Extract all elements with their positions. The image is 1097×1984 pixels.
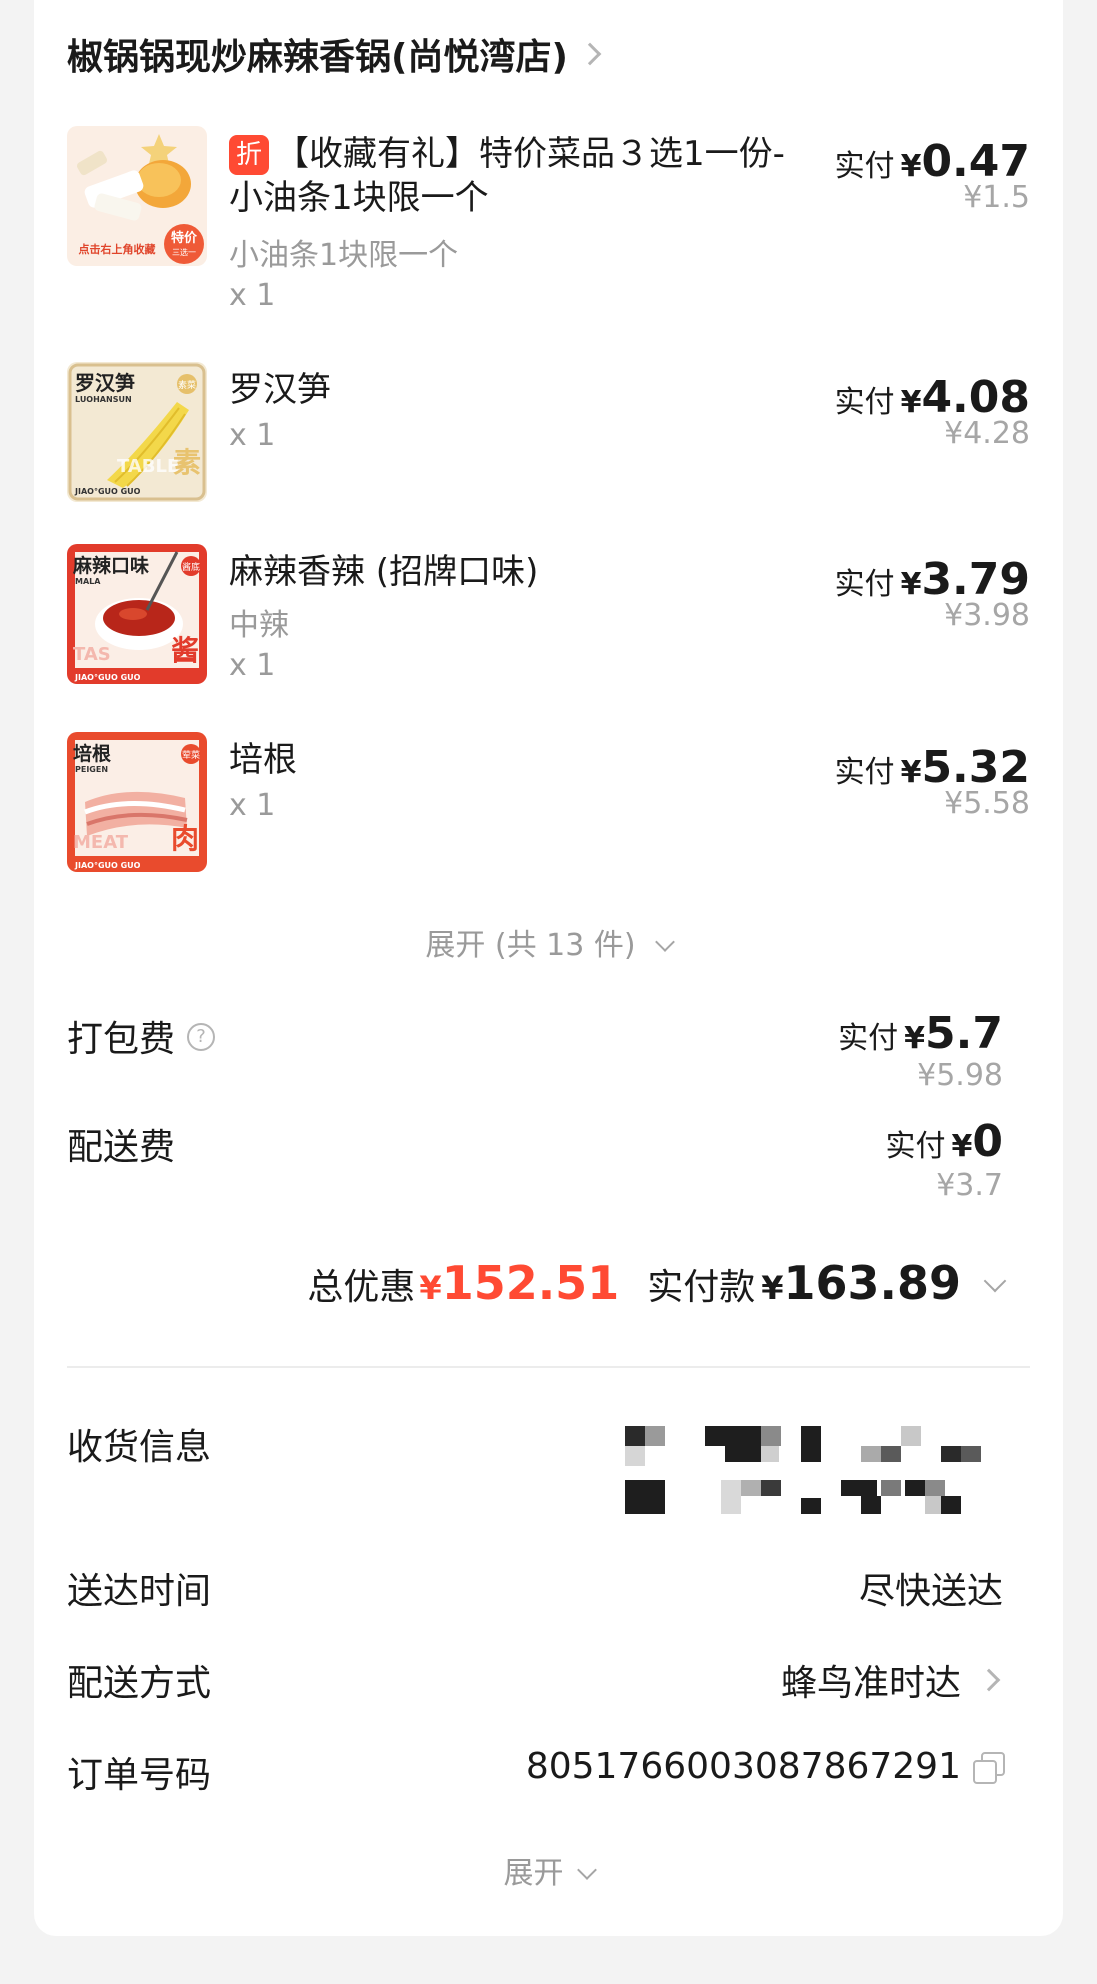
- chevron-down-icon: [654, 932, 675, 952]
- list-item[interactable]: 特价 三选一 点击右上角收藏 折【收藏有礼】特价菜品３选1一份-小油条1块限一个…: [67, 126, 1030, 326]
- item-quantity: x 1: [229, 648, 276, 683]
- thumb-pinyin: LUOHANSUN: [75, 395, 132, 404]
- delivery-fee-original: ¥3.7: [936, 1168, 1003, 1203]
- chevron-down-icon[interactable]: [983, 1269, 1007, 1293]
- thumb-brand: JIAO°GUO GUO: [74, 487, 141, 496]
- item-original-price: ¥5.58: [944, 786, 1030, 821]
- delivery-method-label: 配送方式: [67, 1663, 212, 1704]
- expand-details-label: 展开: [503, 1856, 564, 1891]
- expand-items-label: 展开 (共 13 件): [425, 928, 636, 963]
- thumb-category: 酱: [171, 634, 199, 667]
- list-item[interactable]: 罗汉笋 LUOHANSUN 素菜 TABLE 素 JIAO°GUO GUO 罗汉…: [67, 362, 1030, 502]
- fried-dough-image: 特价 三选一 点击右上角收藏: [67, 126, 207, 266]
- item-original-price: ¥4.28: [944, 416, 1030, 451]
- thumb-badge: 特价: [171, 230, 198, 246]
- thumb-watermark: MEAT: [73, 832, 129, 853]
- order-number-label: 订单号码: [67, 1755, 212, 1796]
- thumb-name: 麻辣口味: [72, 554, 149, 577]
- thumb-brand: JIAO°GUO GUO: [74, 861, 141, 870]
- item-spec: 中辣: [229, 608, 289, 643]
- thumb-watermark: TAS: [73, 644, 111, 665]
- paid-total-label: 实付款: [647, 1267, 756, 1308]
- item-title: 罗汉笋: [229, 370, 331, 410]
- item-quantity: x 1: [229, 788, 276, 823]
- thumb-tag: 荤菜: [182, 749, 200, 761]
- mala-sauce-image: 麻辣口味 MALA 酱底 TAS 酱 JIAO°GUO GUO: [67, 544, 207, 684]
- copy-icon[interactable]: [973, 1751, 1005, 1784]
- item-thumbnail: 培根 PEIGEN 荤菜 MEAT 肉 JIAO°GUO GUO: [67, 732, 207, 872]
- divider: [67, 1366, 1030, 1368]
- delivery-fee-label: 配送费: [67, 1127, 176, 1168]
- order-number-value: 8051766003087867291: [526, 1746, 1005, 1787]
- thumb-caption: 点击右上角收藏: [79, 242, 156, 256]
- item-title: 折【收藏有礼】特价菜品３选1一份-小油条1块限一个: [229, 134, 785, 218]
- packing-fee-paid: 实付 ¥5.7: [838, 1008, 1003, 1059]
- thumb-name: 罗汉笋: [75, 371, 135, 395]
- thumb-pinyin: PEIGEN: [75, 765, 108, 774]
- item-spec: 小油条1块限一个: [229, 238, 459, 273]
- delivery-method-value[interactable]: 蜂鸟准时达: [781, 1654, 1003, 1706]
- thumb-name: 培根: [73, 742, 111, 765]
- bacon-image: 培根 PEIGEN 荤菜 MEAT 肉 JIAO°GUO GUO: [67, 732, 207, 872]
- item-original-price: ¥1.5: [963, 180, 1030, 215]
- expand-items-button[interactable]: 展开 (共 13 件): [34, 920, 1063, 964]
- thumb-pinyin: MALA: [75, 577, 101, 586]
- item-quantity: x 1: [229, 418, 276, 453]
- expand-details-button[interactable]: 展开: [34, 1848, 1063, 1892]
- thumb-category: 肉: [171, 822, 199, 855]
- item-title: 培根: [229, 740, 297, 780]
- chevron-right-icon: [578, 42, 602, 66]
- delivery-fee-paid: 实付 ¥0: [885, 1116, 1004, 1167]
- thumb-badge-sub: 三选一: [172, 247, 196, 257]
- total-discount-value: 152.51: [441, 1256, 620, 1310]
- thumb-category: 素: [173, 446, 201, 479]
- item-thumbnail: 罗汉笋 LUOHANSUN 素菜 TABLE 素 JIAO°GUO GUO: [67, 362, 207, 502]
- item-quantity: x 1: [229, 278, 276, 313]
- help-icon[interactable]: ?: [187, 1023, 216, 1051]
- order-summary: 总优惠 ¥ 152.51 实付款 ¥ 163.89: [307, 1256, 1007, 1310]
- item-thumbnail: 特价 三选一 点击右上角收藏: [67, 126, 207, 266]
- packing-fee-label: 打包费?: [67, 1010, 216, 1062]
- list-item[interactable]: 麻辣口味 MALA 酱底 TAS 酱 JIAO°GUO GUO 麻辣香辣 (招牌…: [67, 544, 1030, 684]
- total-discount-label: 总优惠: [307, 1267, 416, 1308]
- item-original-price: ¥3.98: [944, 598, 1030, 633]
- thumb-tag: 酱底: [182, 561, 200, 573]
- thumb-brand: JIAO°GUO GUO: [74, 673, 141, 682]
- order-detail-card: 椒锅锅现炒麻辣香锅(尚悦湾店) 特价 三选一 点击右上角收藏 折【收藏有礼】特价…: [34, 0, 1063, 1936]
- store-header[interactable]: 椒锅锅现炒麻辣香锅(尚悦湾店): [67, 28, 602, 80]
- thumb-watermark: TABLE: [117, 456, 179, 477]
- chevron-right-icon: [977, 1668, 1001, 1692]
- address-label: 收货信息: [67, 1427, 212, 1468]
- address-mosaic: [625, 1422, 995, 1522]
- item-thumbnail: 麻辣口味 MALA 酱底 TAS 酱 JIAO°GUO GUO: [67, 544, 207, 684]
- delivery-time-value: 尽快送达: [858, 1571, 1003, 1612]
- bamboo-shoot-image: 罗汉笋 LUOHANSUN 素菜 TABLE 素 JIAO°GUO GUO: [67, 362, 207, 502]
- packing-fee-original: ¥5.98: [917, 1058, 1003, 1093]
- thumb-tag: 素菜: [178, 379, 196, 391]
- chevron-down-icon: [576, 1860, 597, 1880]
- discount-badge: 折: [229, 135, 269, 175]
- paid-total-value: 163.89: [783, 1256, 961, 1310]
- item-title: 麻辣香辣 (招牌口味): [229, 552, 539, 592]
- delivery-time-label: 送达时间: [67, 1571, 212, 1612]
- store-name: 椒锅锅现炒麻辣香锅(尚悦湾店): [67, 37, 568, 78]
- list-item[interactable]: 培根 PEIGEN 荤菜 MEAT 肉 JIAO°GUO GUO 培根 x 1 …: [67, 732, 1030, 872]
